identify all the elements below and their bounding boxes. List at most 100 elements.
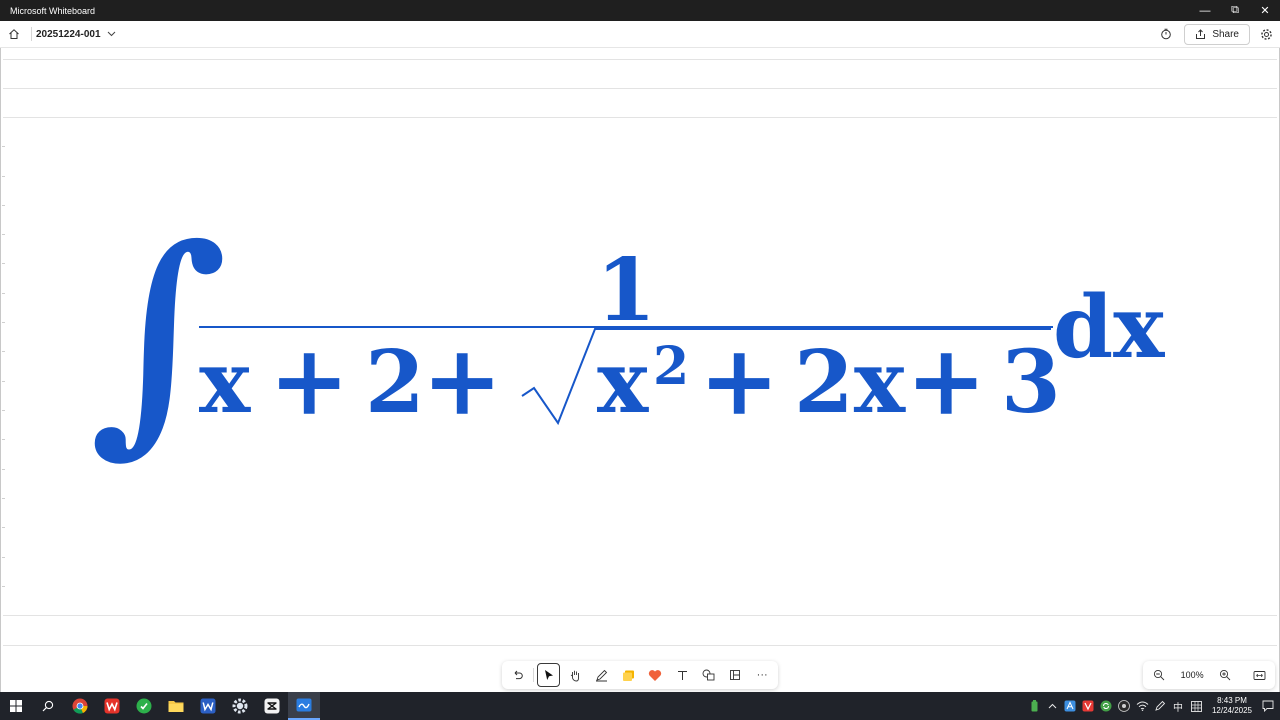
denominator-2: 2	[365, 332, 425, 433]
denominator-plus-1: +	[269, 324, 349, 437]
sync-icon	[1100, 700, 1112, 712]
tray-battery[interactable]	[1026, 692, 1042, 720]
differential-dx: dx	[1053, 277, 1165, 378]
pen-icon	[596, 669, 608, 681]
heart-icon	[649, 669, 662, 681]
radicand-x: x	[597, 332, 649, 433]
settings-button[interactable]	[1254, 22, 1278, 46]
fit-screen-icon	[1253, 670, 1265, 680]
restore-button[interactable]: ⧉	[1220, 0, 1250, 21]
fit-to-screen-button[interactable]	[1247, 663, 1271, 687]
tray-app-v[interactable]	[1080, 692, 1096, 720]
file-explorer-icon	[168, 701, 184, 712]
text-icon	[677, 670, 687, 680]
tray-wifi[interactable]	[1134, 692, 1150, 720]
denominator-plus-2: +	[422, 324, 502, 437]
text-tool-button[interactable]	[670, 663, 694, 687]
pan-icon	[571, 670, 580, 681]
wps-icon	[104, 698, 120, 714]
windows-taskbar: 中 8:43 PM 12/24/2025	[0, 692, 1280, 720]
pan-tool-button[interactable]	[563, 663, 587, 687]
chevron-up-icon	[1048, 703, 1056, 709]
taskbar-app-capcut[interactable]	[256, 692, 288, 720]
taskbar-app-word[interactable]	[192, 692, 224, 720]
taskbar-app-wps[interactable]	[96, 692, 128, 720]
shapes-tool-button[interactable]	[697, 663, 721, 687]
title-bar: Microsoft Whiteboard — ⧉ ✕	[0, 0, 1280, 21]
radicand-plus-1: +	[699, 324, 779, 437]
close-button[interactable]: ✕	[1250, 0, 1280, 21]
zoom-in-button[interactable]	[1213, 663, 1237, 687]
settings-app-icon	[232, 698, 248, 714]
board-name-dropdown[interactable]: 20251224-001	[36, 29, 116, 40]
system-tray: 中 8:43 PM 12/24/2025	[1026, 692, 1280, 720]
word-icon	[200, 698, 216, 714]
home-icon	[9, 29, 19, 39]
reactions-button[interactable]	[644, 663, 668, 687]
tray-show-hidden[interactable]	[1044, 692, 1060, 720]
notification-icon	[1262, 700, 1274, 712]
chrome-icon	[72, 698, 88, 714]
select-tool-button[interactable]	[536, 663, 561, 687]
radicand-2x: 2x	[794, 332, 906, 433]
capcut-icon	[264, 698, 280, 714]
share-button[interactable]: Share	[1184, 23, 1250, 45]
tray-ime[interactable]: 中	[1170, 692, 1186, 720]
zoom-out-button[interactable]	[1147, 663, 1171, 687]
sticky-note-button[interactable]	[617, 663, 641, 687]
app-header: 20251224-001 Share	[0, 21, 1280, 48]
chevron-down-icon	[107, 31, 115, 37]
taskbar-clock[interactable]: 8:43 PM 12/24/2025	[1206, 696, 1258, 716]
toolbar-divider	[532, 668, 534, 682]
taskbar-app-whiteboard[interactable]	[288, 692, 320, 720]
timer-icon	[1161, 28, 1172, 40]
tray-app-icon	[1064, 700, 1076, 712]
share-icon	[1196, 28, 1206, 39]
taskbar-app-green[interactable]	[128, 692, 160, 720]
shapes-icon	[702, 669, 715, 681]
zoom-level[interactable]: 100%	[1181, 670, 1204, 680]
taskbar-app-settings[interactable]	[224, 692, 256, 720]
tool-toolbar: ···	[502, 661, 778, 689]
radicand-plus-2: +	[906, 324, 986, 437]
math-equation[interactable]: ∫ 1 x + 2 + x 2 + 2x + 3 dx	[1, 48, 1280, 692]
templates-icon	[730, 670, 741, 680]
clock-time: 8:43 PM	[1217, 696, 1247, 705]
templates-button[interactable]	[724, 663, 748, 687]
taskbar-app-chrome[interactable]	[64, 692, 96, 720]
select-icon	[545, 670, 554, 680]
search-icon	[42, 700, 54, 712]
notifications-button[interactable]	[1260, 692, 1276, 720]
home-button[interactable]	[1, 21, 27, 48]
battery-icon	[1031, 700, 1037, 712]
tray-dark-icon	[1118, 700, 1130, 712]
zoom-in-icon	[1220, 669, 1231, 681]
start-button[interactable]	[0, 692, 32, 720]
sticky-note-icon	[623, 670, 635, 681]
whiteboard-icon	[296, 698, 312, 712]
clock-date: 12/24/2025	[1211, 706, 1253, 715]
green-app-icon	[136, 698, 152, 714]
zoom-controls: 100%	[1143, 661, 1275, 689]
tray-pen[interactable]	[1152, 692, 1168, 720]
undo-button[interactable]	[506, 663, 530, 687]
tray-app-sync[interactable]	[1098, 692, 1114, 720]
minimize-button[interactable]: —	[1190, 0, 1220, 21]
zoom-out-icon	[1153, 669, 1165, 681]
tray-app-dark[interactable]	[1116, 692, 1132, 720]
timer-button[interactable]	[1154, 22, 1178, 46]
window-title: Microsoft Whiteboard	[10, 5, 96, 16]
denominator-x: x	[199, 332, 251, 433]
header-divider	[31, 27, 32, 41]
taskbar-search-button[interactable]	[32, 692, 64, 720]
whiteboard-canvas[interactable]: ∫ 1 x + 2 + x 2 + 2x + 3 dx	[0, 48, 1280, 692]
tray-keyboard[interactable]	[1188, 692, 1204, 720]
share-label: Share	[1212, 28, 1239, 40]
pen-tool-button[interactable]	[590, 663, 614, 687]
tray-app-a[interactable]	[1062, 692, 1078, 720]
more-tools-button[interactable]: ···	[750, 663, 774, 687]
windows-start-icon	[10, 700, 22, 712]
keyboard-icon	[1190, 700, 1202, 712]
undo-icon	[514, 670, 523, 680]
taskbar-app-file-explorer[interactable]	[160, 692, 192, 720]
